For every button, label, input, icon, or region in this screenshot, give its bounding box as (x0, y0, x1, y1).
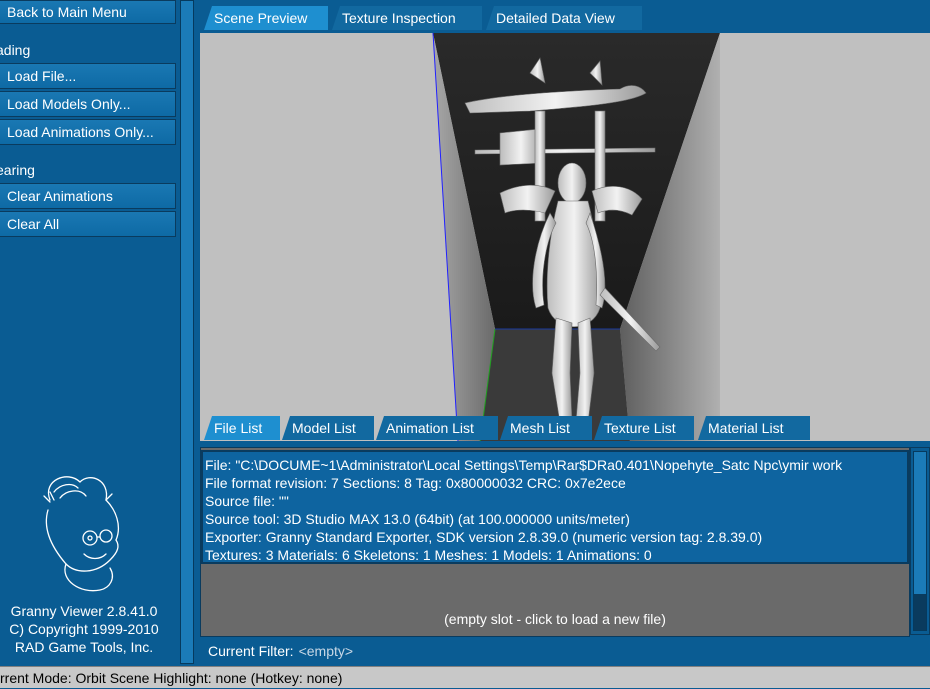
source-tool-text: Source tool: 3D Studio MAX 13.0 (64bit) … (205, 511, 630, 527)
tab-texture-inspection[interactable]: Texture Inspection (332, 6, 482, 30)
file-list-scrollbar[interactable] (910, 447, 930, 635)
file-path-text: File: "C:\DOCUME~1\Administrator\Local S… (205, 457, 843, 473)
tab-detailed-data-view[interactable]: Detailed Data View (486, 6, 642, 30)
back-to-main-menu-button[interactable]: Back to Main Menu (0, 0, 176, 24)
company-text: RAD Game Tools, Inc. (14, 639, 154, 655)
loading-section-label: ading (0, 42, 31, 58)
clearing-section-label: earing (0, 162, 35, 178)
counts-text: Textures: 3 Materials: 6 Skeletons: 1 Me… (205, 547, 652, 563)
version-text: Granny Viewer 2.8.41.0 (10, 603, 158, 619)
load-models-only-button[interactable]: Load Models Only... (0, 91, 176, 117)
tab-texture-list[interactable]: Texture List (594, 416, 694, 440)
status-bar: rrent Mode: Orbit Scene Highlight: none … (0, 666, 930, 688)
filter-label: Current Filter: (208, 643, 294, 659)
left-panel: Back to Main Menu ading Load File... Loa… (0, 0, 178, 666)
copyright-text: C) Copyright 1999-2010 (9, 621, 159, 637)
filter-bar: Current Filter: <empty> (200, 637, 930, 665)
tab-scene-preview[interactable]: Scene Preview (204, 6, 328, 30)
file-entry[interactable]: File: "C:\DOCUME~1\Administrator\Local S… (201, 450, 909, 564)
tab-file-list[interactable]: File List (204, 416, 280, 440)
file-list-panel: File: "C:\DOCUME~1\Administrator\Local S… (200, 447, 910, 637)
tab-animation-list[interactable]: Animation List (376, 416, 498, 440)
clear-all-button[interactable]: Clear All (0, 211, 176, 237)
tab-model-list[interactable]: Model List (282, 416, 374, 440)
granny-mascot-logo (43, 476, 120, 592)
scroll-thumb[interactable] (914, 594, 926, 630)
source-file-text: Source file: "" (205, 493, 289, 509)
filter-value[interactable]: <empty> (299, 643, 353, 659)
scroll-track[interactable] (913, 451, 927, 631)
load-file-button[interactable]: Load File... (0, 63, 176, 89)
scene-render (200, 33, 930, 442)
tab-material-list[interactable]: Material List (698, 416, 810, 440)
file-format-text: File format revision: 7 Sections: 8 Tag:… (205, 475, 626, 491)
clear-animations-button[interactable]: Clear Animations (0, 183, 176, 209)
left-scrollbar[interactable] (178, 0, 198, 666)
load-animations-only-button[interactable]: Load Animations Only... (0, 119, 176, 145)
empty-slot[interactable]: (empty slot - click to load a new file) (201, 610, 909, 628)
scene-viewport[interactable] (200, 33, 930, 442)
tab-mesh-list[interactable]: Mesh List (500, 416, 592, 440)
exporter-text: Exporter: Granny Standard Exporter, SDK … (205, 529, 763, 545)
